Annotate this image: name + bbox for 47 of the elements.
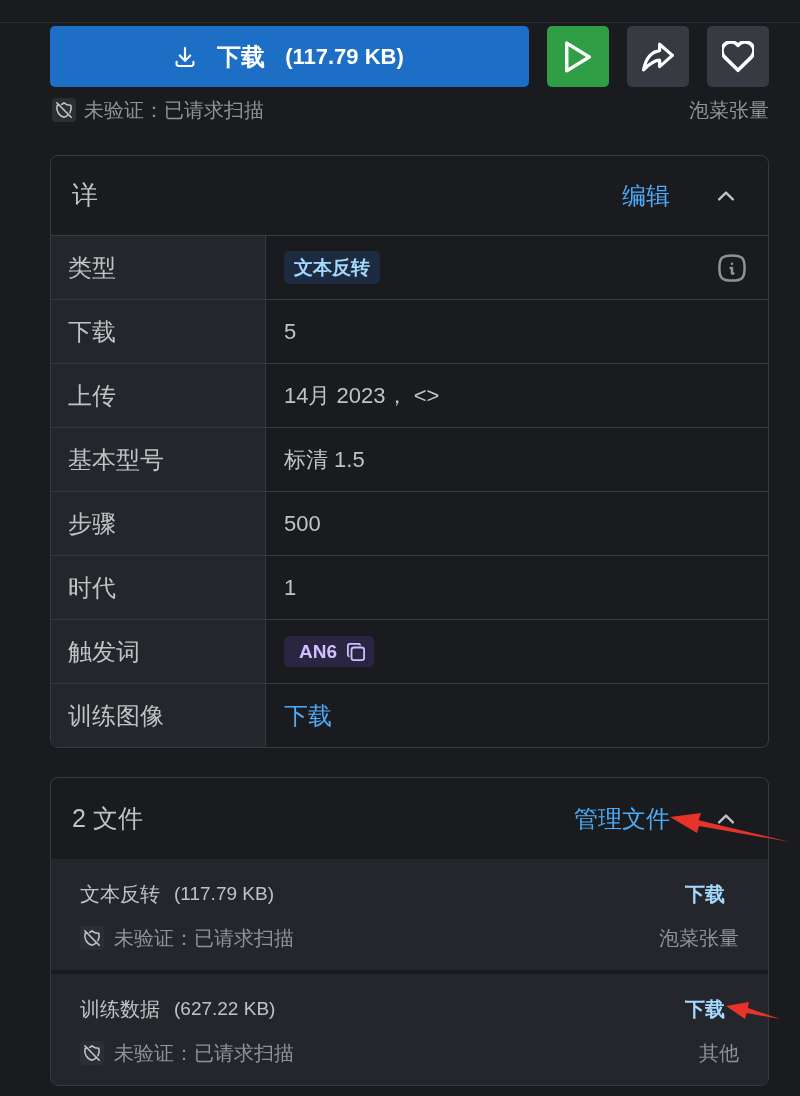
share-icon	[642, 40, 674, 73]
favorite-button[interactable]	[707, 26, 769, 87]
shield-off-icon	[80, 1041, 104, 1065]
card-title: 详	[72, 179, 98, 212]
detail-value: 标清 1.5	[284, 445, 365, 474]
shield-off-icon	[80, 926, 104, 950]
card-title: 2 文件	[72, 803, 143, 834]
detail-label: 类型	[51, 236, 266, 299]
scan-status: 未验证：已请求扫描	[114, 925, 294, 951]
trigger-word-copy-button[interactable]: AN6	[284, 636, 374, 667]
detail-label: 触发词	[51, 620, 266, 683]
detail-value: 1	[284, 574, 297, 601]
file-source: 泡菜张量	[659, 925, 739, 951]
detail-value: 500	[284, 510, 321, 537]
author-name: 泡菜张量	[689, 97, 769, 123]
scan-status: 未验证：已请求扫描	[84, 97, 264, 123]
detail-label: 时代	[51, 556, 266, 619]
play-button[interactable]	[547, 26, 609, 87]
file-name: 训练数据	[80, 996, 160, 1022]
detail-label: 下载	[51, 300, 266, 363]
download-button[interactable]: 下载 (117.79 KB)	[50, 26, 529, 87]
detail-label: 基本型号	[51, 428, 266, 491]
edit-link[interactable]: 编辑	[622, 179, 670, 212]
detail-value: 14月 2023， <>	[284, 381, 440, 410]
play-icon	[565, 40, 591, 73]
chevron-up-icon	[718, 190, 734, 201]
manage-files-link[interactable]: 管理文件	[574, 802, 670, 835]
file-size: (627.22 KB)	[174, 998, 276, 1020]
info-icon[interactable]	[718, 253, 746, 282]
detail-label: 上传	[51, 364, 266, 427]
file-name: 文本反转	[80, 881, 160, 907]
chevron-up-icon	[718, 813, 734, 824]
file-download-link[interactable]: 下载	[685, 880, 725, 908]
type-badge: 文本反转	[284, 251, 380, 284]
download-link[interactable]: 下载	[284, 699, 332, 732]
file-source: 其他	[699, 1040, 739, 1066]
detail-value: 5	[284, 318, 297, 345]
detail-label: 步骤	[51, 492, 266, 555]
file-size: (117.79 KB)	[174, 883, 274, 905]
share-button[interactable]	[627, 26, 689, 87]
scan-status: 未验证：已请求扫描	[114, 1040, 294, 1066]
download-icon	[175, 46, 196, 67]
detail-label: 训练图像	[51, 684, 266, 747]
heart-icon	[722, 40, 754, 73]
copy-icon	[347, 642, 365, 661]
shield-off-icon	[52, 98, 76, 122]
file-download-link[interactable]: 下载	[685, 995, 725, 1023]
